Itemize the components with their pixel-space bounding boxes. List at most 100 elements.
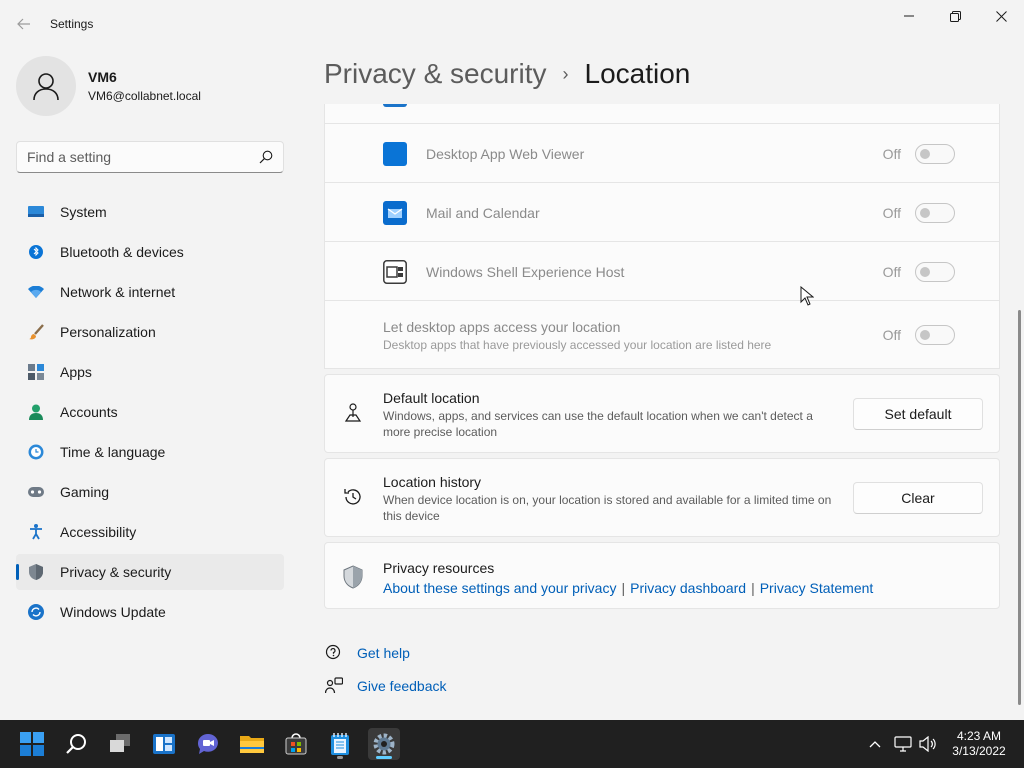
set-default-button[interactable]: Set default [853, 398, 983, 430]
sidebar-item-label: Bluetooth & devices [60, 244, 184, 260]
sidebar-item-label: Personalization [60, 324, 156, 340]
get-help-row[interactable]: Get help [324, 643, 410, 663]
back-button[interactable] [12, 12, 36, 36]
sidebar-item-accounts[interactable]: Accounts [16, 394, 284, 430]
app-access-row: Mail and Calendar Off [324, 183, 1000, 242]
desktop-app-web-viewer-toggle[interactable] [915, 144, 955, 164]
search-icon[interactable] [259, 150, 273, 164]
accounts-icon [28, 404, 44, 420]
volume-icon [919, 736, 936, 752]
taskbar-clock[interactable]: 4:23 AM 3/13/2022 [946, 729, 1012, 759]
sidebar-nav: System Bluetooth & devices Network & int… [16, 194, 284, 634]
minimize-icon [904, 15, 914, 17]
store-button[interactable] [280, 728, 312, 760]
sidebar-item-accessibility[interactable]: Accessibility [16, 514, 284, 550]
sidebar-item-time-language[interactable]: Time & language [16, 434, 284, 470]
task-view-button[interactable] [104, 728, 136, 760]
show-hidden-icons-button[interactable] [864, 720, 886, 768]
network-tray-button[interactable] [892, 720, 914, 768]
sidebar-item-system[interactable]: System [16, 194, 284, 230]
toggle-state-label: Off [882, 205, 901, 221]
taskbar-search-button[interactable] [60, 728, 92, 760]
clear-history-button[interactable]: Clear [853, 482, 983, 514]
sidebar-item-label: Apps [60, 364, 92, 380]
scrollbar[interactable] [1018, 310, 1021, 705]
mail-calendar-toggle[interactable] [915, 203, 955, 223]
avatar [16, 56, 76, 116]
settings-taskbar-button[interactable] [368, 728, 400, 760]
settings-icon [373, 733, 395, 755]
clock-globe-icon [28, 444, 44, 460]
breadcrumb-separator: › [562, 63, 569, 84]
file-explorer-button[interactable] [236, 728, 268, 760]
mouse-cursor-icon [800, 286, 814, 306]
privacy-dashboard-link[interactable]: Privacy dashboard [630, 580, 746, 596]
notepad-button[interactable] [324, 728, 356, 760]
desktop-apps-location-toggle[interactable] [915, 325, 955, 345]
start-icon [20, 732, 44, 756]
brush-icon [28, 324, 44, 340]
widgets-button[interactable] [148, 728, 180, 760]
map-pin-icon [344, 403, 362, 422]
location-history-card: Location history When device location is… [324, 458, 1000, 537]
sidebar-item-apps[interactable]: Apps [16, 354, 284, 390]
wifi-icon [28, 284, 44, 300]
breadcrumb-parent[interactable]: Privacy & security [324, 58, 547, 90]
close-icon [995, 10, 1007, 22]
give-feedback-link[interactable]: Give feedback [357, 678, 447, 694]
chevron-up-icon [869, 741, 881, 748]
start-button[interactable] [16, 728, 48, 760]
toggle-state-label: Off [882, 327, 901, 343]
minimize-button[interactable] [886, 0, 932, 32]
teams-chat-button[interactable] [192, 728, 224, 760]
help-chat-icon [324, 643, 344, 663]
sidebar-item-label: Time & language [60, 444, 166, 460]
restore-button[interactable] [932, 0, 978, 32]
app-name: Mail and Calendar [426, 205, 540, 221]
about-privacy-link[interactable]: About these settings and your privacy [383, 580, 616, 596]
restore-icon [949, 10, 961, 22]
network-icon [894, 736, 912, 752]
app-name: Desktop App Web Viewer [426, 146, 585, 162]
volume-tray-button[interactable] [916, 720, 940, 768]
shell-host-icon [383, 260, 407, 284]
breadcrumb: Privacy & security › Location [324, 58, 690, 90]
get-help-link[interactable]: Get help [357, 645, 410, 661]
history-icon [344, 489, 361, 505]
page-title: Location [584, 58, 691, 89]
back-arrow-icon [17, 18, 30, 30]
app-access-row: Windows Shell Experience Host Off [324, 242, 1000, 301]
sidebar-item-label: Accounts [60, 404, 118, 420]
apps-icon [28, 364, 44, 380]
search-box[interactable] [16, 141, 284, 173]
teams-chat-icon [197, 734, 218, 754]
system-icon [28, 204, 44, 220]
default-location-card: Default location Windows, apps, and serv… [324, 374, 1000, 453]
file-explorer-icon [240, 736, 264, 753]
app-icon [383, 104, 407, 107]
sidebar-item-windows-update[interactable]: Windows Update [16, 594, 284, 630]
app-name: Windows Shell Experience Host [426, 264, 625, 280]
sidebar-item-network[interactable]: Network & internet [16, 274, 284, 310]
sidebar-item-personalization[interactable]: Personalization [16, 314, 284, 350]
notepad-icon [331, 733, 349, 755]
sidebar-item-gaming[interactable]: Gaming [16, 474, 284, 510]
sidebar-item-privacy-security[interactable]: Privacy & security [16, 554, 284, 590]
list-item-partial [324, 104, 1000, 124]
sidebar-item-label: Privacy & security [60, 564, 172, 580]
user-profile[interactable]: VM6 VM6@collabnet.local [16, 56, 201, 116]
shield-icon [28, 564, 44, 580]
gamepad-icon [28, 484, 44, 500]
desktop-apps-location-row: Let desktop apps access your location De… [324, 301, 1000, 369]
taskbar: 4:23 AM 3/13/2022 [0, 720, 1024, 768]
sidebar-item-label: System [60, 204, 107, 220]
setting-title: Let desktop apps access your location [383, 319, 621, 335]
setting-title: Default location [383, 390, 480, 406]
feedback-icon [324, 676, 344, 696]
windows-shell-host-toggle[interactable] [915, 262, 955, 282]
sidebar-item-bluetooth[interactable]: Bluetooth & devices [16, 234, 284, 270]
search-input[interactable] [27, 149, 259, 165]
privacy-statement-link[interactable]: Privacy Statement [760, 580, 874, 596]
close-button[interactable] [978, 0, 1024, 32]
give-feedback-row[interactable]: Give feedback [324, 676, 447, 696]
